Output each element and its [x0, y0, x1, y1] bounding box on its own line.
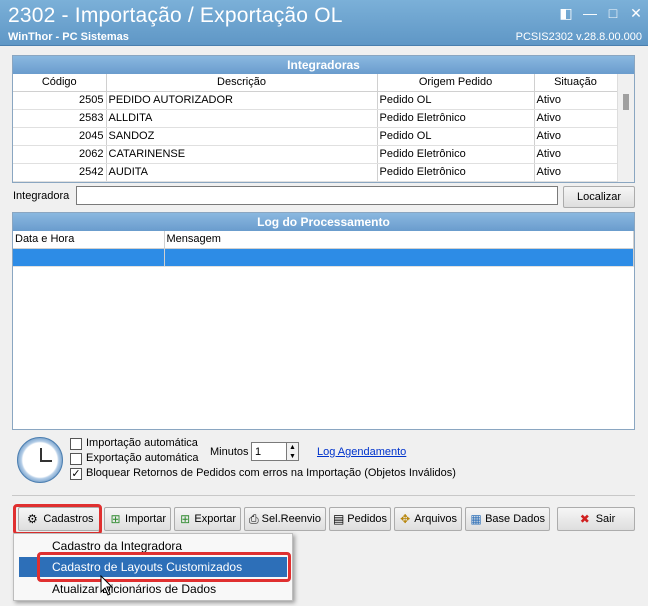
maximize-icon[interactable]: □: [603, 4, 623, 22]
cadastros-label: Cadastros: [43, 513, 94, 525]
table-row[interactable]: 2062 CATARINENSE Pedido Eletrônico Ativo: [13, 145, 618, 164]
exportacao-automatica-checkbox[interactable]: [70, 453, 82, 465]
cell-descricao: AUDITA: [106, 163, 378, 182]
cell-situacao: Ativo: [534, 163, 618, 182]
exportacao-automatica-label: Exportação automática: [86, 452, 199, 464]
gear-users-icon: ⚙: [27, 512, 38, 526]
table-row[interactable]: 2045 SANDOZ Pedido OL Ativo: [13, 127, 618, 146]
log-panel: Log do Processamento Data e Hora Mensage…: [12, 212, 635, 430]
column-header-situacao[interactable]: Situação: [534, 74, 618, 92]
column-header-codigo[interactable]: Código: [13, 74, 107, 92]
log-table: Data e Hora Mensagem: [13, 231, 634, 267]
export-icon: ⊞: [180, 512, 191, 526]
sair-label: Sair: [595, 513, 616, 525]
menu-item-atualizar-dicionarios[interactable]: Atualizar Dicionários de Dados: [19, 579, 287, 599]
minutos-label: Minutos: [210, 446, 249, 458]
sel-reenvio-button[interactable]: ⎙ Sel.Reenvio: [244, 507, 326, 531]
exportar-label: Exportar: [194, 513, 236, 525]
log-row-selected[interactable]: [13, 248, 634, 267]
sair-button[interactable]: ✖ Sair: [557, 507, 635, 531]
printer-icon: ⎙: [249, 512, 259, 526]
importar-label: Importar: [125, 513, 166, 525]
close-icon[interactable]: ✕: [626, 4, 646, 22]
cell-origem: Pedido OL: [377, 127, 535, 146]
cell-codigo: 2045: [13, 127, 107, 146]
cell-descricao: CATARINENSE: [106, 145, 378, 164]
cell-origem: Pedido Eletrônico: [377, 145, 535, 164]
clock-minute-hand: [40, 460, 52, 462]
tools-icon: ✥: [400, 512, 411, 526]
integradoras-table: Código Descrição Origem Pedido Situação …: [13, 74, 618, 182]
cadastros-button[interactable]: ⚙ Cadastros: [18, 507, 100, 531]
integradora-search-input[interactable]: [76, 186, 558, 205]
cell-codigo: 2505: [13, 91, 107, 110]
table-row[interactable]: 2542 AUDITA Pedido Eletrônico Ativo: [13, 163, 618, 182]
restore-icon[interactable]: ◧: [556, 4, 576, 22]
cell-codigo: 2062: [13, 145, 107, 164]
window-title: 2302 - Importação / Exportação OL: [8, 4, 343, 27]
integradoras-panel: Integradoras Código Descrição Origem Ped…: [12, 55, 635, 183]
title-bar: 2302 - Importação / Exportação OL WinTho…: [0, 0, 648, 46]
cell-origem: Pedido Eletrônico: [377, 109, 535, 128]
cell-descricao: ALLDITA: [106, 109, 378, 128]
document-icon: ▤: [332, 512, 345, 526]
column-header-mensagem[interactable]: Mensagem: [164, 231, 634, 249]
cell-situacao: Ativo: [534, 145, 618, 164]
log-cell-data-hora: [13, 248, 165, 267]
integradoras-header: Integradoras: [13, 56, 634, 74]
menu-item-cadastro-integradora[interactable]: Cadastro da Integradora: [19, 536, 287, 556]
minimize-icon[interactable]: —: [580, 4, 600, 22]
table-row[interactable]: 2505 PEDIDO AUTORIZADOR Pedido OL Ativo: [13, 91, 618, 110]
pedidos-label: Pedidos: [347, 513, 388, 525]
arquivos-button[interactable]: ✥ Arquivos: [394, 507, 462, 531]
scrollbar-thumb[interactable]: [623, 94, 629, 110]
importacao-automatica-label: Importação automática: [86, 437, 198, 449]
clock-icon: [17, 437, 63, 483]
sel-reenvio-label: Sel.Reenvio: [261, 513, 321, 525]
pedidos-button[interactable]: ▤ Pedidos: [329, 507, 391, 531]
cell-situacao: Ativo: [534, 127, 618, 146]
cell-situacao: Ativo: [534, 91, 618, 110]
importacao-automatica-checkbox[interactable]: [70, 438, 82, 450]
cell-descricao: SANDOZ: [106, 127, 378, 146]
database-grid-icon: ▦: [470, 512, 482, 526]
log-header: Log do Processamento: [13, 213, 634, 231]
cell-codigo: 2583: [13, 109, 107, 128]
import-icon: ⊞: [110, 512, 121, 526]
bloquear-retornos-checkbox[interactable]: ✓: [70, 468, 82, 480]
arquivos-label: Arquivos: [414, 513, 457, 525]
version-label: PCSIS2302 v.28.8.00.000: [515, 31, 642, 43]
exportar-button[interactable]: ⊞ Exportar: [174, 507, 241, 531]
mouse-cursor-icon: [100, 575, 114, 596]
toolbar-divider: [12, 495, 635, 496]
minutos-stepper[interactable]: ▲ ▼: [286, 442, 299, 461]
cell-origem: Pedido Eletrônico: [377, 163, 535, 182]
cell-situacao: Ativo: [534, 109, 618, 128]
bloquear-retornos-label: Bloquear Retornos de Pedidos com erros n…: [86, 467, 456, 479]
menu-item-cadastro-layouts[interactable]: Cadastro de Layouts Customizados: [19, 557, 287, 577]
table-row[interactable]: 2583 ALLDITA Pedido Eletrônico Ativo: [13, 109, 618, 128]
base-dados-button[interactable]: ▦ Base Dados: [465, 507, 550, 531]
minutos-input[interactable]: [251, 442, 287, 461]
column-header-data-hora[interactable]: Data e Hora: [13, 231, 165, 249]
integradora-label: Integradora: [13, 190, 70, 202]
cell-descricao: PEDIDO AUTORIZADOR: [106, 91, 378, 110]
column-header-origem[interactable]: Origem Pedido: [377, 74, 535, 92]
column-header-descricao[interactable]: Descrição: [106, 74, 378, 92]
exit-icon: ✖: [579, 512, 590, 526]
base-dados-label: Base Dados: [485, 513, 545, 525]
cadastros-menu: Cadastro da Integradora Cadastro de Layo…: [13, 533, 293, 601]
window-subtitle: WinThor - PC Sistemas: [8, 31, 129, 43]
cell-origem: Pedido OL: [377, 91, 535, 110]
integradoras-scrollbar[interactable]: [617, 74, 634, 182]
log-agendamento-link[interactable]: Log Agendamento: [317, 446, 406, 458]
importar-button[interactable]: ⊞ Importar: [104, 507, 171, 531]
cell-codigo: 2542: [13, 163, 107, 182]
localizar-button[interactable]: Localizar: [563, 186, 635, 208]
log-cell-mensagem: [164, 248, 634, 267]
